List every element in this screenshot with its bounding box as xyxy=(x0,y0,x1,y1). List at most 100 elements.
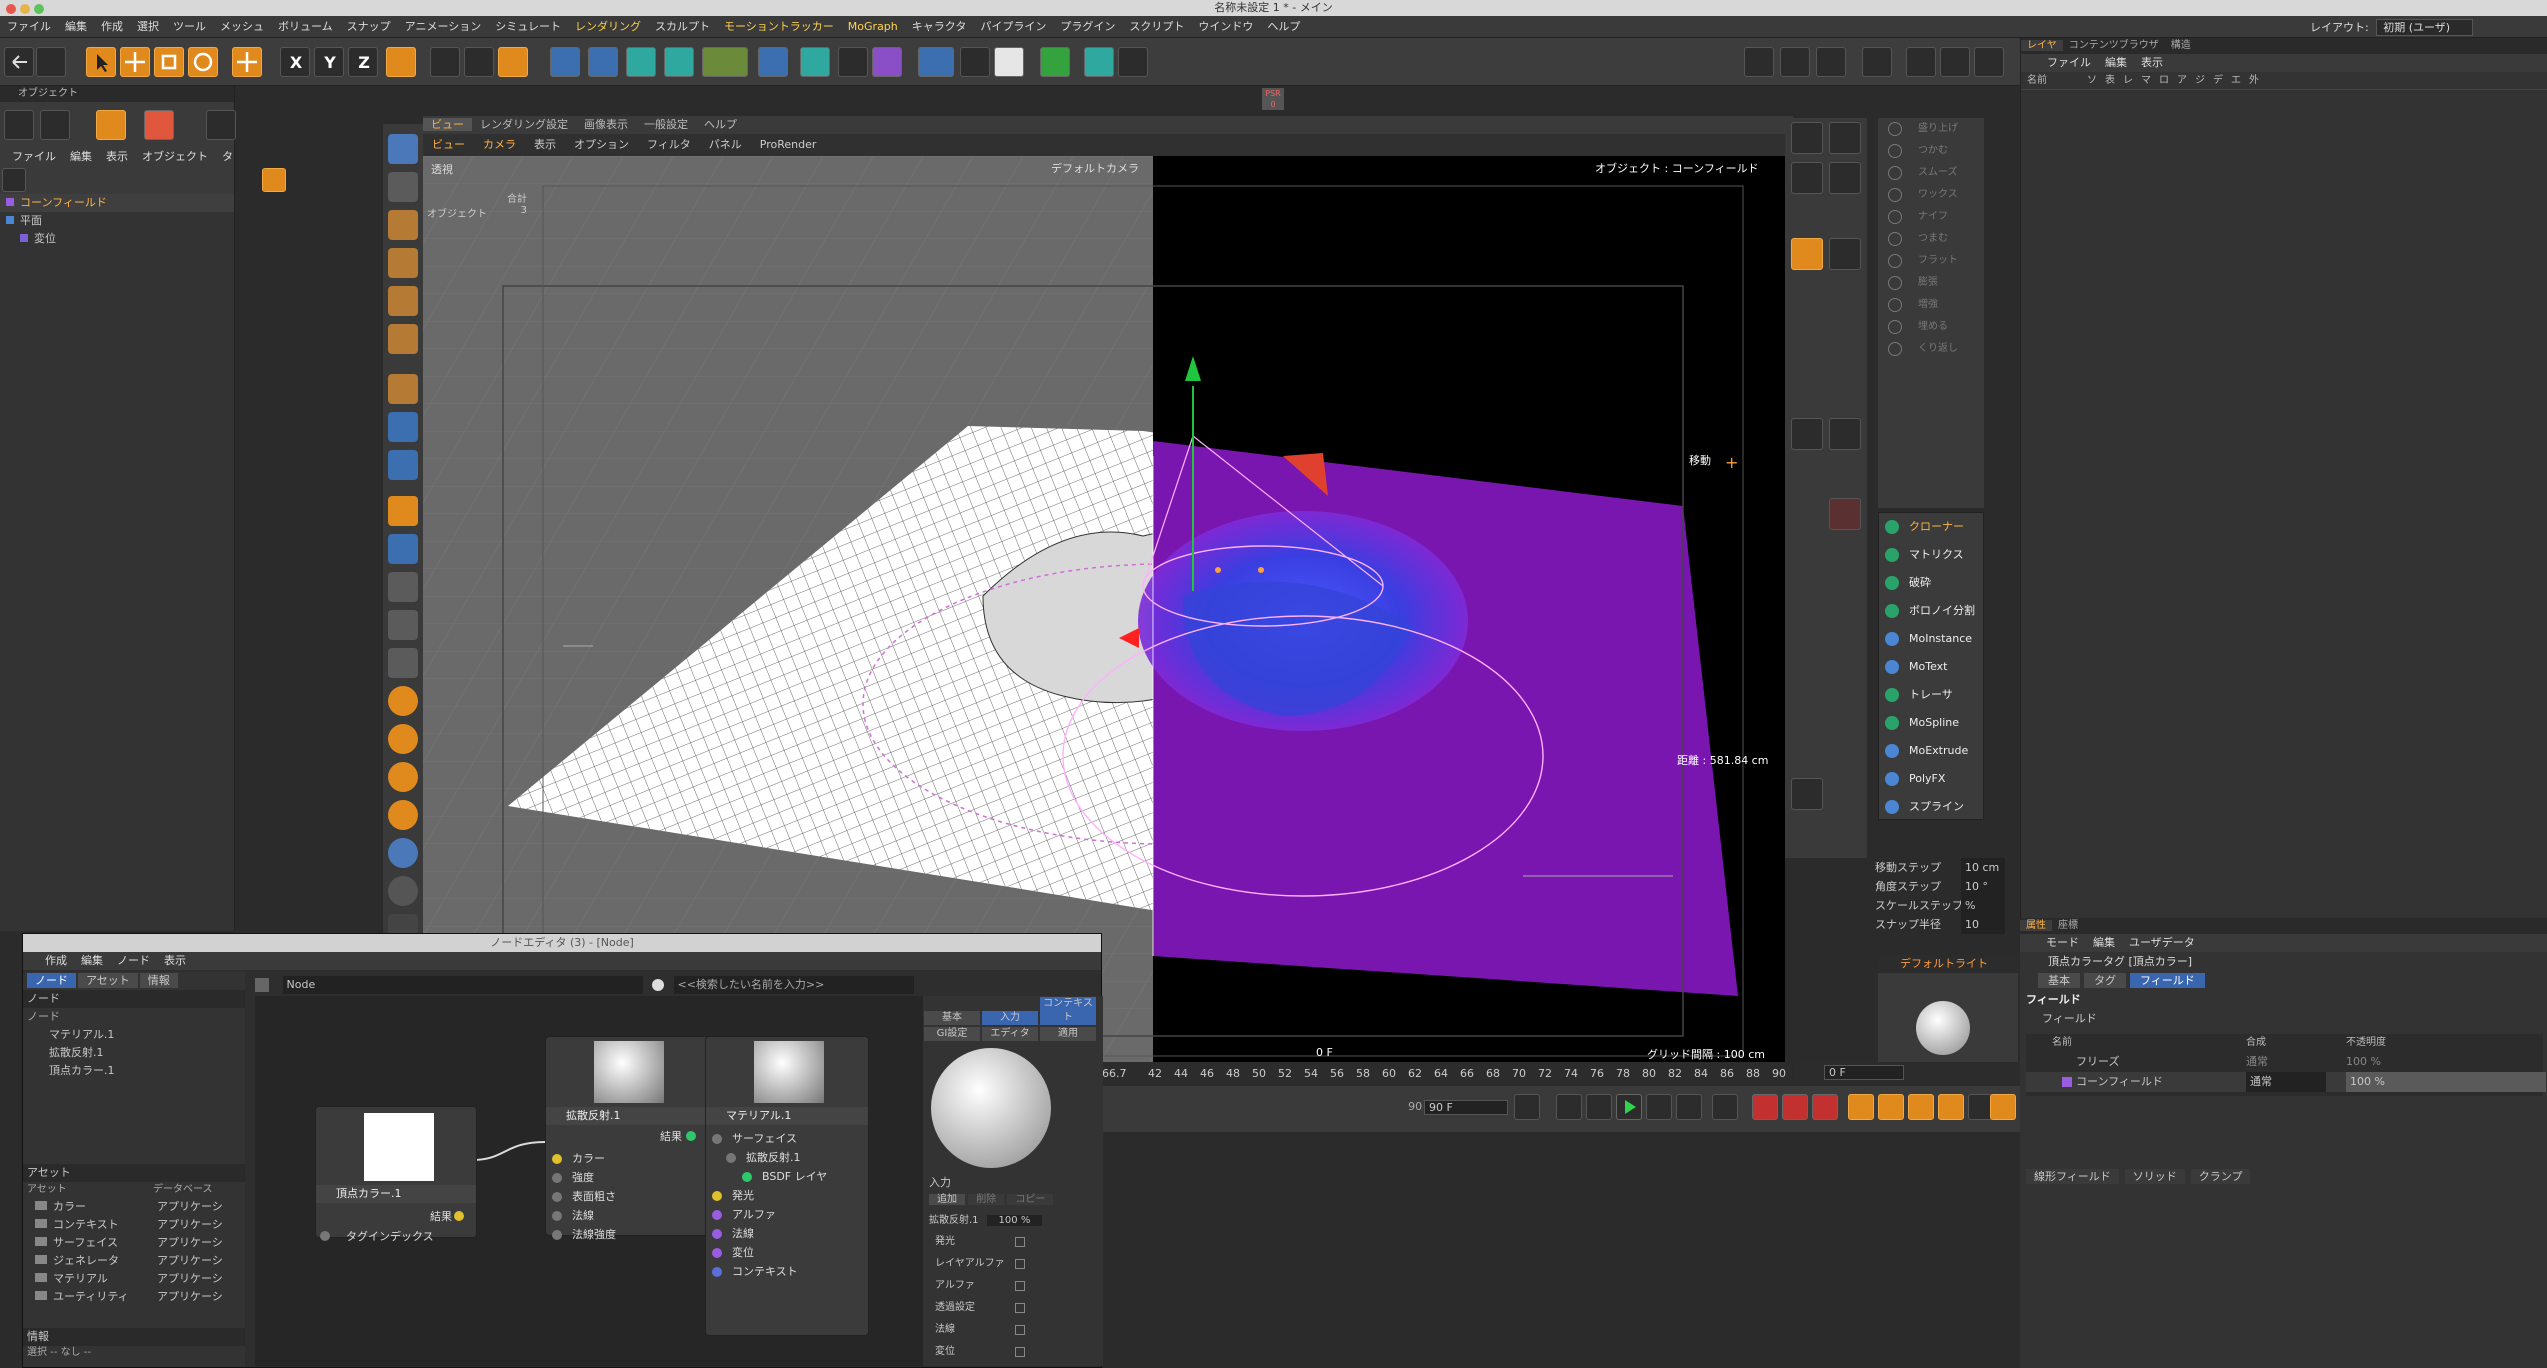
ne-menu-create[interactable]: 作成 xyxy=(45,954,67,967)
mograph-menu-item[interactable]: PolyFX xyxy=(1879,765,1983,793)
om-menu-edit[interactable]: 編集 xyxy=(70,150,92,163)
object-row-plane[interactable]: 平面 xyxy=(0,212,234,230)
node-input-port[interactable]: 表面粗さ xyxy=(546,1187,706,1206)
field-opacity-slider[interactable]: 100 % xyxy=(2346,1072,2546,1092)
node-input-port[interactable]: 法線 xyxy=(706,1224,866,1243)
vmenu-camera[interactable]: カメラ xyxy=(474,138,525,151)
menu-item[interactable]: スカルプト xyxy=(648,16,717,38)
mograph-cloner-icon[interactable] xyxy=(664,47,694,77)
menu-item[interactable]: パイプライン xyxy=(973,16,1053,38)
pen-spline-icon[interactable] xyxy=(588,47,618,77)
clear-search-icon[interactable] xyxy=(652,979,664,991)
bridge-icon[interactable] xyxy=(1791,418,1823,450)
sphere-orange-3-icon[interactable] xyxy=(388,762,418,792)
rotate-tool-icon[interactable] xyxy=(188,47,218,77)
node-input-port[interactable]: 強度 xyxy=(546,1168,706,1187)
property-tab[interactable]: GI設定 xyxy=(924,1027,980,1041)
fullscreen-icon[interactable] xyxy=(1744,47,1774,77)
property-row[interactable]: 透過設定 xyxy=(923,1298,1103,1318)
points-mode-icon[interactable] xyxy=(388,248,418,278)
tab-coordinates[interactable]: 座標 xyxy=(2052,920,2084,931)
texture-mode-icon[interactable] xyxy=(388,172,418,202)
redo-icon[interactable] xyxy=(36,47,66,77)
property-row[interactable]: 法線 xyxy=(923,1320,1103,1340)
layout-selector[interactable]: レイアウト: 初期 (ユーザ) xyxy=(2310,19,2474,36)
copy-button[interactable]: コピー xyxy=(1007,1194,1054,1205)
subtab-tag[interactable]: タグ xyxy=(2084,973,2126,988)
coordinate-tool-icon[interactable] xyxy=(232,47,262,77)
key-position-icon[interactable] xyxy=(1848,1094,1874,1120)
menu-item[interactable]: キャラクタ xyxy=(905,16,974,38)
node-input-port[interactable]: コンテキスト xyxy=(706,1262,866,1281)
scale-tool-icon[interactable] xyxy=(154,47,184,77)
menu-item[interactable]: ウインドウ xyxy=(1191,16,1260,38)
menu-item[interactable]: スクリプト xyxy=(1122,16,1191,38)
menu-item[interactable]: シミュレート xyxy=(488,16,568,38)
sphere-orange-4-icon[interactable] xyxy=(388,800,418,830)
property-tab[interactable]: 適用 xyxy=(1040,1027,1096,1041)
deform-brush-item[interactable]: くり返し xyxy=(1878,338,1984,360)
python-icon[interactable] xyxy=(1118,47,1148,77)
globe-icon[interactable] xyxy=(388,838,418,868)
node-canvas[interactable]: 頂点カラー.1 結果 タグインデックス 拡散反射.1 結果 カラー 強度 表面粗さ法… xyxy=(255,996,923,1366)
x-axis-lock-button[interactable]: X xyxy=(280,47,310,77)
minimize-icon[interactable] xyxy=(20,4,30,14)
asset-row[interactable]: ジェネレータ アプリケーシ xyxy=(23,1252,245,1270)
deform-brush-item[interactable]: つかむ xyxy=(1878,140,1984,162)
vmenu-display[interactable]: 表示 xyxy=(525,138,565,151)
layout-panel-icon[interactable] xyxy=(1862,47,1892,77)
mograph-menu-item[interactable]: スプライン xyxy=(1879,793,1983,821)
sculpt-brush-icon[interactable] xyxy=(388,648,418,678)
deform-brush-item[interactable]: 埋める xyxy=(1878,316,1984,338)
floor-icon[interactable] xyxy=(918,47,954,77)
3d-viewport[interactable]: + 透視 合計 オブジェクト 3 デフォルトカメラ オブジェクト : コーンフィー… xyxy=(423,156,1785,1062)
deform-brush-item[interactable]: ナイフ xyxy=(1878,206,1984,228)
solid-button[interactable]: ソリッド xyxy=(2124,1169,2185,1184)
sculpt-tool-5-icon[interactable] xyxy=(1791,778,1823,810)
delete-button[interactable]: 削除 xyxy=(968,1194,1005,1205)
checkbox-icon[interactable] xyxy=(1015,1347,1025,1357)
s-tag-icon[interactable] xyxy=(262,168,286,192)
tab-layers[interactable]: レイヤ xyxy=(2021,40,2063,51)
snap-setting-value[interactable]: 10 ° xyxy=(1961,877,2005,896)
tab-nodes[interactable]: ノード xyxy=(27,973,76,988)
snap-setting-value[interactable]: % xyxy=(1961,896,2005,915)
deform-brush-item[interactable]: 膨張 xyxy=(1878,272,1984,294)
key-scale-icon[interactable] xyxy=(1878,1094,1904,1120)
field-opacity[interactable]: 100 % xyxy=(2346,1052,2381,1072)
property-row[interactable]: 発光 xyxy=(923,1232,1103,1252)
sphere-orange-2-icon[interactable] xyxy=(388,724,418,754)
field-row-cone[interactable]: コーンフィールド 通常 100 % xyxy=(2026,1072,2546,1092)
brush-tool-icon[interactable] xyxy=(1791,238,1823,270)
tab-general[interactable]: 一般設定 xyxy=(636,118,696,131)
ne-menu-edit[interactable]: 編集 xyxy=(81,954,103,967)
light-preview-sphere[interactable] xyxy=(1916,1001,1970,1055)
vmenu-options[interactable]: オプション xyxy=(565,138,638,151)
y-axis-lock-button[interactable]: Y xyxy=(314,47,344,77)
timeline-window-icon[interactable] xyxy=(1990,1094,2016,1120)
ne-menu-node[interactable]: ノード xyxy=(117,954,150,967)
input-port-icon[interactable] xyxy=(712,1229,722,1239)
node-input-port[interactable]: 法線 xyxy=(546,1206,706,1225)
field-icon[interactable] xyxy=(758,47,788,77)
layer-row[interactable]: 拡散反射.1 100 % xyxy=(923,1212,1103,1230)
movie-camera-icon[interactable] xyxy=(960,47,990,77)
polygons-mode-icon[interactable] xyxy=(388,324,418,354)
node-input-port[interactable]: BSDF レイヤ xyxy=(706,1167,866,1186)
vmenu-view[interactable]: ビュー xyxy=(423,138,474,151)
render-picture-viewer-icon[interactable] xyxy=(464,47,494,77)
mograph-menu-item[interactable]: MoExtrude xyxy=(1879,737,1983,765)
layer-menu-edit[interactable]: 編集 xyxy=(2105,56,2127,69)
filter-icon[interactable] xyxy=(2,168,26,192)
hair-icon[interactable] xyxy=(1084,47,1114,77)
node-input-port[interactable]: 拡散反射.1 xyxy=(706,1148,866,1167)
light-icon[interactable] xyxy=(994,47,1024,77)
layer-icon[interactable] xyxy=(206,110,236,140)
checkbox-icon[interactable] xyxy=(1015,1325,1025,1335)
deform-brush-item[interactable]: スムーズ xyxy=(1878,162,1984,184)
property-row[interactable]: レイヤアルファ xyxy=(923,1254,1103,1274)
key-rotation-icon[interactable] xyxy=(1908,1094,1934,1120)
clamp-button[interactable]: クランプ xyxy=(2190,1169,2251,1184)
frame-field-b[interactable]: 90 F xyxy=(1424,1100,1508,1115)
sculpt-tool-1-icon[interactable] xyxy=(1791,122,1823,154)
